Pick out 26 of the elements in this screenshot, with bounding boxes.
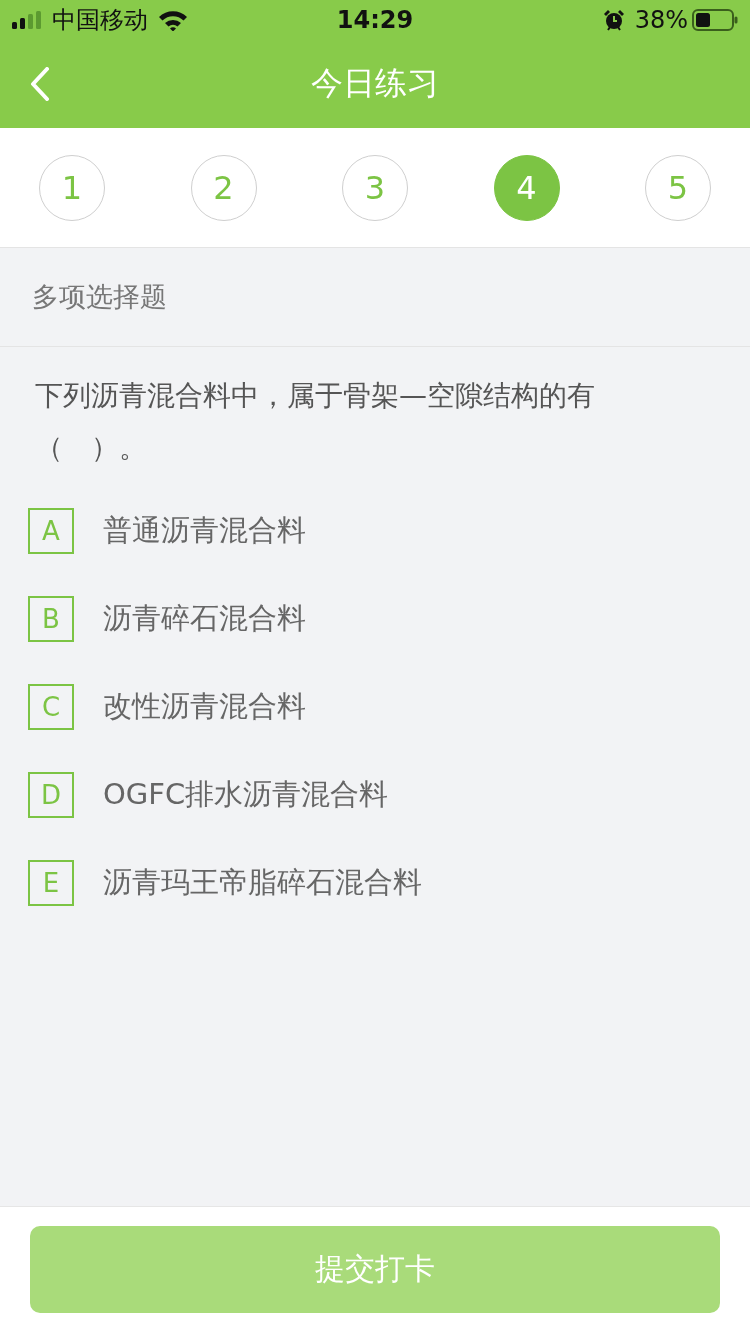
question-text: 下列沥青混合料中，属于骨架—空隙结构的有（ ）。 — [34, 378, 596, 466]
question-number-tab[interactable]: 2 — [190, 154, 257, 221]
wifi-icon — [158, 9, 188, 31]
option-checkbox[interactable]: E — [28, 860, 74, 906]
question-number-tab[interactable]: 3 — [342, 154, 408, 221]
option-checkbox[interactable]: A — [28, 508, 74, 554]
option-checkbox[interactable]: C — [28, 684, 74, 730]
question-number-tab[interactable]: 5 — [645, 154, 711, 221]
option-text[interactable]: OGFC排水沥青混合料 — [103, 775, 389, 815]
option-checkbox[interactable]: B — [28, 596, 74, 642]
page-title: 今日练习 — [311, 63, 439, 104]
option-text[interactable]: 沥青碎石混合料 — [103, 599, 306, 639]
option-checkbox[interactable]: D — [28, 772, 74, 818]
battery-icon — [692, 9, 738, 31]
question-number-tab[interactable]: 4 — [493, 154, 560, 221]
option-text[interactable]: 改性沥青混合料 — [103, 687, 306, 727]
option-text[interactable]: 沥青玛王帝脂碎石混合料 — [103, 863, 422, 903]
alarm-clock-icon — [602, 9, 625, 31]
question-number-tab[interactable]: 1 — [39, 154, 105, 221]
option-text[interactable]: 普通沥青混合料 — [103, 511, 306, 551]
question-type-label: 多项选择题 — [0, 248, 750, 347]
status-time: 14:29 — [336, 6, 414, 34]
battery-percent: 38% — [634, 6, 688, 34]
carrier-name: 中国移动 — [52, 5, 148, 36]
signal-icon — [12, 11, 42, 29]
back-chevron-icon — [30, 67, 50, 101]
